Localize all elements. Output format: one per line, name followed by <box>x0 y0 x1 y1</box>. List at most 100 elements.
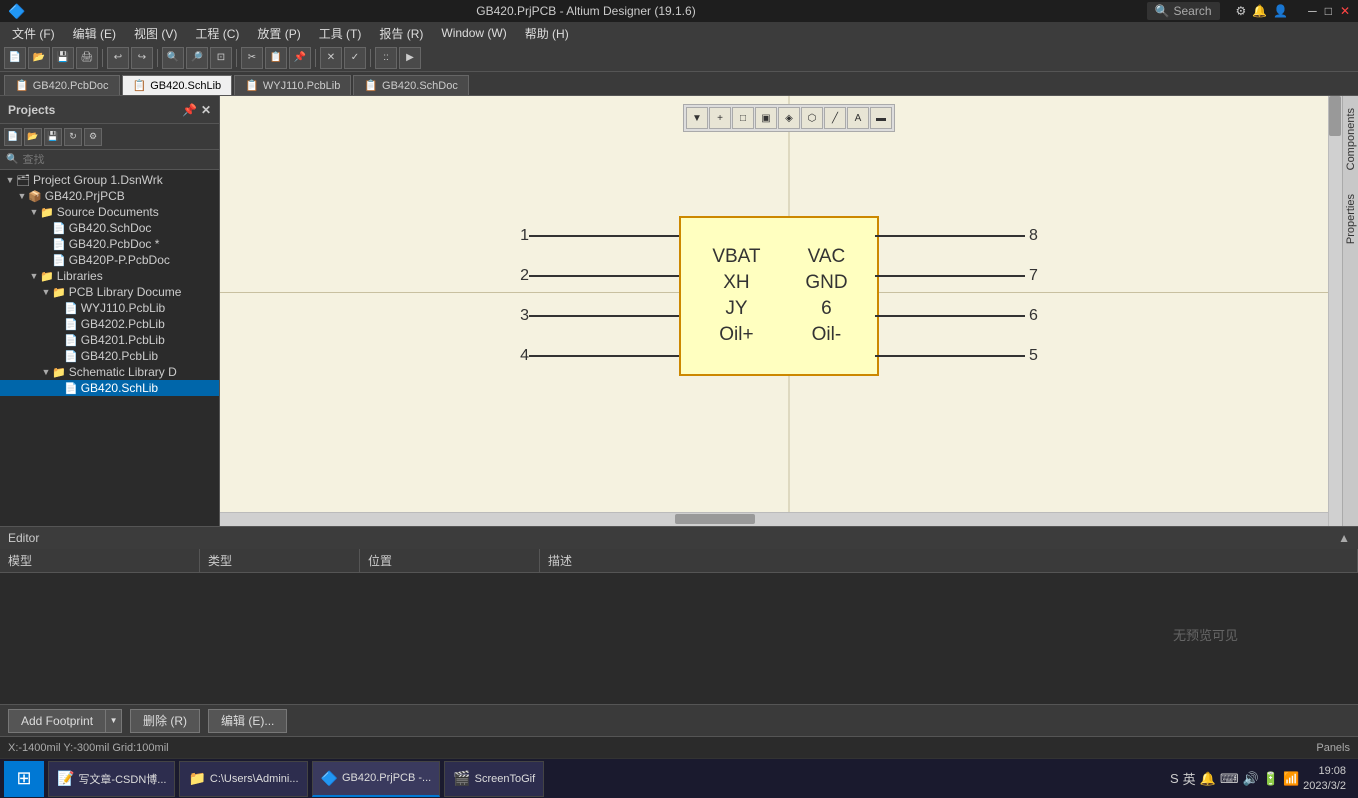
panel-save-btn[interactable]: 💾 <box>44 128 62 146</box>
pcbdoc-file-icon: 📄 <box>52 238 66 251</box>
zoom-in-btn[interactable]: 🔍 <box>162 47 184 69</box>
rect-tool[interactable]: □ <box>732 107 754 129</box>
close-button[interactable]: ✕ <box>1340 4 1350 18</box>
save-btn[interactable]: 💾 <box>52 47 74 69</box>
panel-open-btn[interactable]: 📂 <box>24 128 42 146</box>
menu-file[interactable]: 文件 (F) <box>4 23 63 44</box>
menu-place[interactable]: 放置 (P) <box>249 23 308 44</box>
tray-icon-5[interactable]: 🔊 <box>1243 771 1259 787</box>
panel-new-btn[interactable]: 📄 <box>4 128 22 146</box>
tree-item-gb4202[interactable]: 📄 GB4202.PcbLib <box>0 316 219 332</box>
component-wrapper: 1 2 3 4 <box>679 216 879 376</box>
cross-btn[interactable]: ✕ <box>320 47 342 69</box>
panel-settings-btn[interactable]: ⚙ <box>84 128 102 146</box>
poly-tool[interactable]: ⬡ <box>801 107 823 129</box>
system-time[interactable]: 19:08 2023/3/2 <box>1303 764 1346 793</box>
add-footprint-dropdown[interactable]: ▼ <box>106 709 122 733</box>
tree-item-group1[interactable]: ▼ 🗂 Project Group 1.DsnWrk <box>0 172 219 188</box>
tray-icon-6[interactable]: 🔋 <box>1263 771 1279 787</box>
undo-btn[interactable]: ↩ <box>107 47 129 69</box>
horizontal-scroll-thumb[interactable] <box>675 514 755 524</box>
fit-btn[interactable]: ⊡ <box>210 47 232 69</box>
edit-button[interactable]: 编辑 (E)... <box>208 709 287 733</box>
menu-window[interactable]: Window (W) <box>433 24 514 42</box>
pin-5-row: 5 <box>875 347 1049 365</box>
open-btn[interactable]: 📂 <box>28 47 50 69</box>
check-btn[interactable]: ✓ <box>344 47 366 69</box>
tree-item-schlib-docs[interactable]: ▼ 📁 Schematic Library D <box>0 364 219 380</box>
panel-refresh-btn[interactable]: ↻ <box>64 128 82 146</box>
settings-icon[interactable]: ⚙ <box>1236 4 1247 18</box>
tree-item-pcblib-docs[interactable]: ▼ 📁 PCB Library Docume <box>0 284 219 300</box>
properties-tab-label[interactable]: Properties <box>1344 190 1358 248</box>
menu-help[interactable]: 帮助 (H) <box>517 23 577 44</box>
tree-item-source-docs[interactable]: ▼ 📁 Source Documents <box>0 204 219 220</box>
pin-8-line <box>875 235 1025 237</box>
pin-6-label: 6 <box>792 298 861 320</box>
delete-button[interactable]: 删除 (R) <box>130 709 200 733</box>
tree-item-project[interactable]: ▼ 📦 GB420.PrjPCB <box>0 188 219 204</box>
minimize-button[interactable]: ─ <box>1308 4 1317 18</box>
line-tool[interactable]: ╱ <box>824 107 846 129</box>
editor-collapse-icon[interactable]: ▲ <box>1338 531 1350 545</box>
menu-project[interactable]: 工程 (C) <box>187 23 247 44</box>
tray-icon-1[interactable]: S <box>1170 771 1179 786</box>
pin-tool[interactable]: ◈ <box>778 107 800 129</box>
tree-item-schdoc[interactable]: 📄 GB420.SchDoc <box>0 220 219 236</box>
menu-view[interactable]: 视图 (V) <box>126 23 185 44</box>
pin-oilminus-label: Oil- <box>792 324 861 346</box>
run-btn[interactable]: ▶ <box>399 47 421 69</box>
menu-tools[interactable]: 工具 (T) <box>311 23 370 44</box>
panels-button[interactable]: Panels <box>1316 742 1350 754</box>
panel-close-icon[interactable]: ✕ <box>201 103 211 117</box>
gb4202-label: GB4202.PcbLib <box>81 317 165 331</box>
tree-item-gb420pcb[interactable]: 📄 GB420.PcbLib <box>0 348 219 364</box>
redo-btn[interactable]: ↪ <box>131 47 153 69</box>
zoom-out-btn[interactable]: 🔎 <box>186 47 208 69</box>
menu-reports[interactable]: 报告 (R) <box>371 23 431 44</box>
tab-schlib[interactable]: 📋 GB420.SchLib <box>122 75 233 95</box>
select-tool[interactable]: ▼ <box>686 107 708 129</box>
tab-wyj110[interactable]: 📋 WYJ110.PcbLib <box>234 75 351 95</box>
tree-item-gb4201[interactable]: 📄 GB4201.PcbLib <box>0 332 219 348</box>
vertical-scrollbar[interactable] <box>1328 96 1342 526</box>
vertical-scroll-thumb[interactable] <box>1329 96 1341 136</box>
print-btn[interactable]: 🖨 <box>76 47 98 69</box>
grid-btn[interactable]: :: <box>375 47 397 69</box>
project-tree: ▼ 🗂 Project Group 1.DsnWrk ▼ 📦 GB420.Prj… <box>0 170 219 526</box>
text-tool[interactable]: A <box>847 107 869 129</box>
tray-icon-3[interactable]: 🔔 <box>1200 771 1216 787</box>
tray-icon-2[interactable]: 英 <box>1183 769 1196 788</box>
tree-item-wyj110[interactable]: 📄 WYJ110.PcbLib <box>0 300 219 316</box>
wifi-icon[interactable]: 📶 <box>1283 771 1299 787</box>
components-tab[interactable]: Components <box>1344 104 1358 174</box>
copy-btn[interactable]: 📋 <box>265 47 287 69</box>
rect2-tool[interactable]: ▣ <box>755 107 777 129</box>
fill-tool[interactable]: ▬ <box>870 107 892 129</box>
paste-btn[interactable]: 📌 <box>289 47 311 69</box>
panel-pin-icon[interactable]: 📌 <box>182 103 197 117</box>
tray-icon-4[interactable]: ⌨ <box>1220 771 1239 787</box>
horizontal-scrollbar[interactable] <box>220 512 1358 526</box>
new-btn[interactable]: 📄 <box>4 47 26 69</box>
search-input[interactable] <box>22 154 213 166</box>
tree-item-pcbdoc-p[interactable]: 📄 GB420P-P.PcbDoc <box>0 252 219 268</box>
tree-item-pcbdoc[interactable]: 📄 GB420.PcbDoc * <box>0 236 219 252</box>
tab-schdoc[interactable]: 📋 GB420.SchDoc <box>353 75 469 95</box>
menu-edit[interactable]: 编辑 (E) <box>65 23 124 44</box>
add-tool[interactable]: + <box>709 107 731 129</box>
titlebar-search[interactable]: 🔍 Search <box>1147 2 1220 20</box>
schematic-canvas[interactable]: 1 2 3 4 <box>220 96 1358 512</box>
tree-item-libraries[interactable]: ▼ 📁 Libraries <box>0 268 219 284</box>
tree-item-gb420schlib[interactable]: 📄 GB420.SchLib <box>0 380 219 396</box>
pcbdoc-file-label: GB420.PcbDoc * <box>69 237 160 251</box>
pin-jy-label: JY <box>697 298 776 320</box>
component-box[interactable]: VBAT VAC XH GND JY 6 Oil+ <box>679 216 879 376</box>
add-footprint-button[interactable]: Add Footprint <box>8 709 106 733</box>
maximize-button[interactable]: □ <box>1325 4 1332 18</box>
tab-pcbdoc[interactable]: 📋 GB420.PcbDoc <box>4 75 120 95</box>
notification-icon[interactable]: 🔔 <box>1252 4 1267 18</box>
cut-btn[interactable]: ✂ <box>241 47 263 69</box>
user-icon[interactable]: 👤 <box>1273 4 1288 18</box>
tree-arrow3: ▼ <box>28 207 40 217</box>
